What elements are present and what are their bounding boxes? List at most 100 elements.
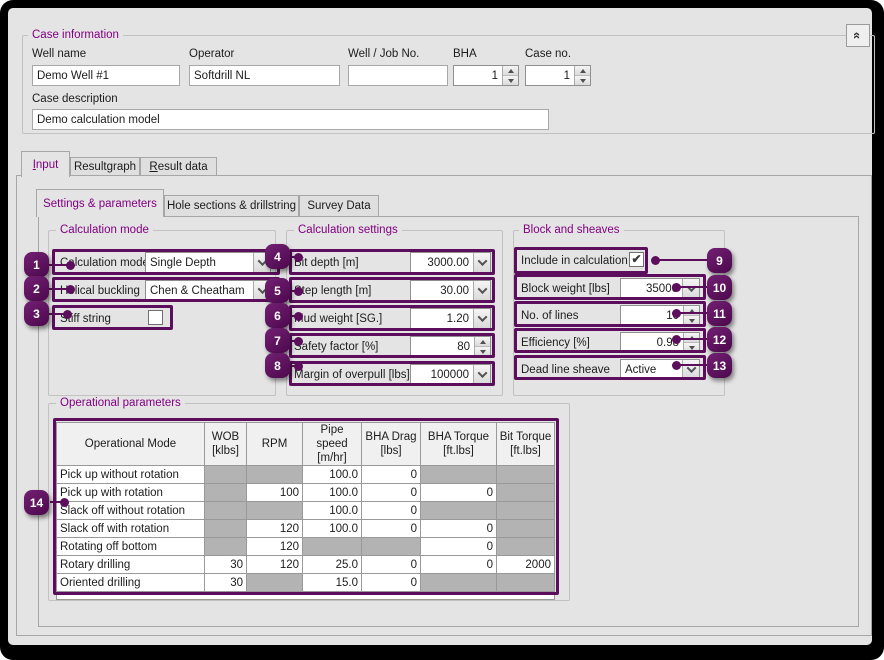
spin-down-icon[interactable] bbox=[684, 342, 699, 352]
value-cell[interactable]: 120 bbox=[247, 556, 303, 574]
value-cell[interactable]: 120 bbox=[247, 520, 303, 538]
tab-survey-data[interactable]: Survey Data bbox=[299, 195, 379, 216]
value-cell[interactable] bbox=[205, 484, 247, 502]
annotation-dot bbox=[672, 361, 681, 370]
value-cell[interactable] bbox=[497, 520, 555, 538]
value-cell[interactable]: 0 bbox=[362, 520, 421, 538]
value-cell[interactable]: 30 bbox=[205, 556, 247, 574]
spin-down-icon[interactable] bbox=[684, 315, 699, 325]
annotation-dot bbox=[294, 253, 303, 262]
value-cell[interactable]: 0 bbox=[421, 538, 497, 556]
tab-result-data[interactable]: Result data bbox=[140, 157, 217, 175]
spin-down-icon[interactable] bbox=[503, 75, 518, 85]
margin-of-overpull-dropdown[interactable]: 100000 bbox=[410, 364, 491, 385]
annotation-badge-7: 7 bbox=[265, 328, 290, 353]
bit-depth-dropdown[interactable]: 3000.00 bbox=[410, 252, 491, 273]
value-cell[interactable] bbox=[497, 538, 555, 556]
value-cell[interactable]: 100.0 bbox=[303, 466, 362, 484]
tab-hole-sections-drillstring[interactable]: Hole sections & drillstring bbox=[164, 195, 299, 216]
helical-buckling-dropdown[interactable]: Chen & Cheatham bbox=[145, 280, 271, 301]
value-cell[interactable] bbox=[247, 502, 303, 520]
dead-line-sheave-dropdown[interactable]: Active bbox=[620, 359, 700, 380]
annotation-badge-6: 6 bbox=[265, 303, 290, 328]
value-cell[interactable]: 15.0 bbox=[303, 574, 362, 592]
value-cell[interactable] bbox=[421, 574, 497, 592]
mud-weight-dropdown[interactable]: 1.20 bbox=[410, 308, 491, 329]
operator-input[interactable]: Softdrill NL bbox=[189, 65, 340, 86]
spin-up-icon[interactable] bbox=[475, 337, 490, 346]
operational-mode-cell[interactable]: Slack off without rotation bbox=[57, 502, 205, 520]
value-cell[interactable] bbox=[421, 502, 497, 520]
empty-row-cell[interactable] bbox=[57, 592, 555, 600]
value-cell[interactable]: 100 bbox=[247, 484, 303, 502]
chevron-down-icon[interactable] bbox=[682, 279, 699, 298]
value-cell[interactable] bbox=[303, 538, 362, 556]
value-cell[interactable] bbox=[205, 520, 247, 538]
value-cell[interactable]: 100.0 bbox=[303, 502, 362, 520]
block-weight-dropdown[interactable]: 35000 bbox=[620, 278, 700, 299]
value-cell[interactable]: 0 bbox=[421, 556, 497, 574]
chevron-down-icon[interactable] bbox=[682, 360, 699, 379]
value-cell[interactable]: 0 bbox=[362, 574, 421, 592]
well-job-no-input[interactable] bbox=[348, 65, 448, 86]
spin-down-icon[interactable] bbox=[575, 75, 590, 85]
bha-spin-buttons bbox=[502, 66, 518, 85]
value-cell[interactable]: 0 bbox=[362, 466, 421, 484]
operational-mode-cell[interactable]: Pick up without rotation bbox=[57, 466, 205, 484]
value-cell[interactable] bbox=[497, 502, 555, 520]
value-cell[interactable]: 0 bbox=[362, 484, 421, 502]
case-description-input[interactable]: Demo calculation model bbox=[32, 109, 549, 130]
step-length-dropdown[interactable]: 30.00 bbox=[410, 280, 491, 301]
value-cell[interactable]: 25.0 bbox=[303, 556, 362, 574]
tab-settings-parameters[interactable]: Settings & parameters bbox=[36, 189, 164, 217]
annotation-badge-1: 1 bbox=[24, 252, 49, 277]
operational-mode-cell[interactable]: Rotary drilling bbox=[57, 556, 205, 574]
include-in-calculation-checkbox[interactable]: ✔ bbox=[629, 252, 644, 267]
value-cell[interactable] bbox=[205, 538, 247, 556]
chevron-down-icon[interactable] bbox=[473, 365, 490, 384]
chevron-down-icon[interactable] bbox=[473, 309, 490, 328]
no-of-lines-label: No. of lines bbox=[521, 309, 579, 323]
chevron-down-icon[interactable] bbox=[473, 281, 490, 300]
value-cell[interactable]: 100.0 bbox=[303, 484, 362, 502]
case-no-stepper[interactable]: 1 bbox=[525, 65, 591, 86]
value-cell[interactable]: 0 bbox=[362, 556, 421, 574]
dropdown-value: Single Depth bbox=[146, 253, 253, 272]
value-cell[interactable] bbox=[362, 538, 421, 556]
operational-mode-cell[interactable]: Oriented drilling bbox=[57, 574, 205, 592]
value-cell[interactable]: 30 bbox=[205, 574, 247, 592]
tab-input[interactable]: Input bbox=[21, 151, 70, 177]
well-name-input[interactable]: Demo Well #1 bbox=[32, 65, 180, 86]
operational-mode-cell[interactable]: Slack off with rotation bbox=[57, 520, 205, 538]
value-cell[interactable] bbox=[421, 466, 497, 484]
value-cell[interactable]: 100.0 bbox=[303, 520, 362, 538]
spin-up-icon[interactable] bbox=[575, 66, 590, 75]
collapse-button[interactable]: « bbox=[846, 24, 870, 47]
value-cell[interactable] bbox=[247, 574, 303, 592]
dropdown-value: Chen & Cheatham bbox=[146, 281, 253, 300]
operator-value: Softdrill NL bbox=[194, 70, 250, 82]
operational-mode-cell[interactable]: Pick up with rotation bbox=[57, 484, 205, 502]
value-cell[interactable]: 0 bbox=[421, 484, 497, 502]
value-cell[interactable]: 0 bbox=[362, 502, 421, 520]
bha-stepper[interactable]: 1 bbox=[453, 65, 519, 86]
value-cell[interactable]: 0 bbox=[421, 520, 497, 538]
efficiency-stepper[interactable]: 0.98 bbox=[620, 332, 700, 353]
value-cell[interactable] bbox=[497, 574, 555, 592]
tab-result-graph[interactable]: Result graph bbox=[70, 157, 140, 175]
stiff-string-checkbox[interactable] bbox=[148, 310, 163, 325]
value-cell[interactable] bbox=[247, 466, 303, 484]
safety-factor-stepper[interactable]: 80 bbox=[410, 336, 491, 357]
value-cell[interactable] bbox=[497, 466, 555, 484]
value-cell[interactable] bbox=[497, 484, 555, 502]
spin-up-icon[interactable] bbox=[503, 66, 518, 75]
value-cell[interactable]: 2000 bbox=[497, 556, 555, 574]
calculation-mode-dropdown[interactable]: Single Depth bbox=[145, 252, 271, 273]
chevron-down-icon[interactable] bbox=[473, 253, 490, 272]
spin-down-icon[interactable] bbox=[475, 346, 490, 356]
operational-mode-cell[interactable]: Rotating off bottom bbox=[57, 538, 205, 556]
value-cell[interactable] bbox=[205, 466, 247, 484]
value-cell[interactable] bbox=[205, 502, 247, 520]
value-cell[interactable]: 120 bbox=[247, 538, 303, 556]
no-of-lines-stepper[interactable]: 10 bbox=[620, 305, 700, 326]
